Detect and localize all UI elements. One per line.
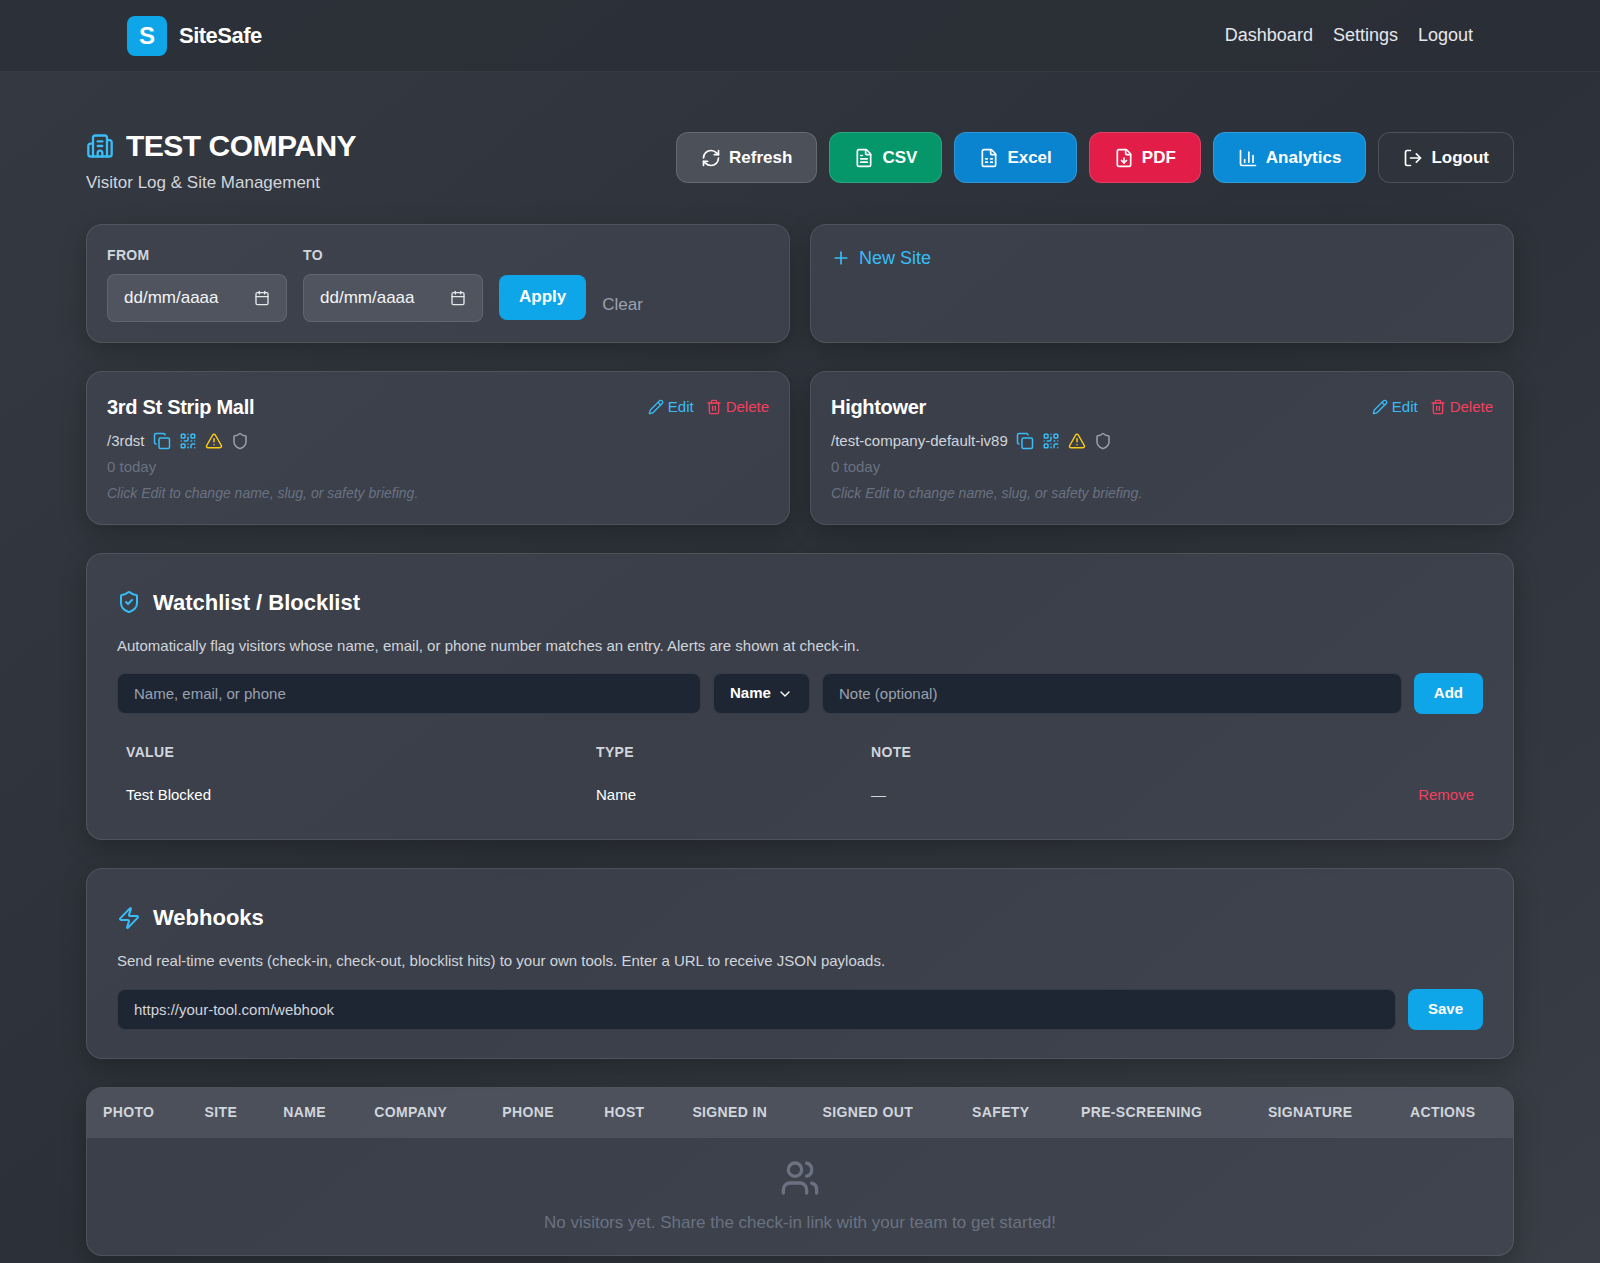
webhook-url-input[interactable]	[117, 989, 1396, 1030]
site-hint: Click Edit to change name, slug, or safe…	[107, 483, 769, 504]
watchlist-table: VALUETYPENOTETest BlockedName—Remove	[117, 730, 1483, 815]
column-header: TYPE	[587, 730, 862, 775]
watchlist-panel: Watchlist / Blocklist Automatically flag …	[86, 553, 1514, 841]
column-header: PHOTO	[87, 1088, 189, 1138]
site-card: Hightower Edit Delete/test-company-default…	[810, 371, 1514, 525]
qr-code-icon[interactable]	[179, 432, 197, 450]
nav-link[interactable]: Logout	[1418, 22, 1473, 49]
to-label: TO	[303, 245, 483, 266]
watchlist-value-input[interactable]	[117, 673, 701, 714]
site-hint: Click Edit to change name, slug, or safe…	[831, 483, 1493, 504]
brand-logo: S	[127, 16, 167, 56]
from-date-input[interactable]	[124, 285, 246, 311]
column-header: HOST	[588, 1088, 676, 1138]
brand-name: SiteSafe	[179, 19, 262, 52]
column-header: SIGNED OUT	[807, 1088, 957, 1138]
building-icon	[86, 132, 114, 160]
pdf-icon	[1114, 148, 1134, 168]
add-button[interactable]: Add	[1414, 673, 1483, 714]
site-count: 0 today	[107, 456, 769, 479]
new-site-card: New Site	[810, 224, 1514, 343]
warning-icon[interactable]	[205, 432, 223, 450]
refresh-icon	[701, 148, 721, 168]
site-slug: /test-company-default-iv89	[831, 430, 1008, 453]
date-filter: FROM TO Apply Clear	[86, 224, 790, 343]
watchlist-row: Test BlockedName—Remove	[117, 775, 1483, 815]
company-subtitle: Visitor Log & Site Management	[86, 170, 356, 196]
excel-icon	[979, 148, 999, 168]
delete-button[interactable]: Delete	[1430, 396, 1493, 419]
empty-state: No visitors yet. Share the check-in link…	[87, 1158, 1513, 1236]
calendar-icon[interactable]	[450, 290, 466, 306]
webhooks-panel: Webhooks Send real-time events (check-in,…	[86, 868, 1514, 1059]
analytics-button[interactable]: Analytics	[1213, 132, 1367, 183]
site-name: Hightower	[831, 392, 926, 422]
webhooks-title: Webhooks	[153, 901, 264, 934]
nav-link[interactable]: Settings	[1333, 22, 1398, 49]
webhooks-description: Send real-time events (check-in, check-o…	[117, 950, 1483, 973]
column-header: SIGNED IN	[676, 1088, 806, 1138]
chevron-down-icon	[777, 686, 793, 702]
edit-button[interactable]: Edit	[648, 396, 694, 419]
clear-button[interactable]: Clear	[602, 292, 643, 320]
column-header: PRE-SCREENING	[1065, 1088, 1252, 1138]
remove-button[interactable]: Remove	[1418, 784, 1474, 807]
new-site-button[interactable]: New Site	[831, 245, 931, 272]
excel-button[interactable]: Excel	[954, 132, 1076, 183]
csv-icon	[854, 148, 874, 168]
copy-icon[interactable]	[153, 432, 171, 450]
column-header: VALUE	[117, 730, 587, 775]
visitors-table: PHOTOSITENAMECOMPANYPHONEHOSTSIGNED INSI…	[86, 1087, 1514, 1257]
page-header: TEST COMPANY Visitor Log & Site Managemen…	[86, 126, 1514, 196]
site-count: 0 today	[831, 456, 1493, 479]
shield-icon[interactable]	[231, 432, 249, 450]
trash-icon	[1430, 399, 1446, 415]
analytics-icon	[1238, 148, 1258, 168]
column-header: SIGNATURE	[1252, 1088, 1394, 1138]
column-header: NOTE	[862, 730, 1383, 775]
column-header: SAFETY	[956, 1088, 1065, 1138]
nav-link[interactable]: Dashboard	[1225, 22, 1313, 49]
top-nav: S SiteSafe Dashboard Settings Logout	[0, 0, 1600, 72]
column-header: COMPANY	[358, 1088, 486, 1138]
pencil-icon	[648, 399, 664, 415]
type-select[interactable]: Name	[713, 673, 810, 714]
refresh-button[interactable]: Refresh	[676, 132, 817, 183]
column-header: ACTIONS	[1394, 1088, 1513, 1138]
watchlist-title: Watchlist / Blocklist	[153, 586, 360, 619]
watchlist-note-input[interactable]	[822, 673, 1402, 714]
pencil-icon	[1372, 399, 1388, 415]
site-slug: /3rdst	[107, 430, 145, 453]
brand[interactable]: S SiteSafe	[127, 16, 262, 56]
pdf-button[interactable]: PDF	[1089, 132, 1201, 183]
qr-code-icon[interactable]	[1042, 432, 1060, 450]
column-header: PHONE	[486, 1088, 588, 1138]
csv-button[interactable]: CSV	[829, 132, 942, 183]
trash-icon	[706, 399, 722, 415]
logout-icon	[1403, 148, 1423, 168]
lightning-icon	[117, 906, 141, 930]
site-card: 3rd St Strip Mall Edit Delete/3rdst 0 today…	[86, 371, 790, 525]
company-title: TEST COMPANY	[126, 126, 356, 166]
to-date-input[interactable]	[320, 285, 442, 311]
plus-icon	[831, 248, 851, 268]
shield-check-icon	[117, 590, 141, 614]
watchlist-description: Automatically flag visitors whose name, …	[117, 635, 1483, 658]
edit-button[interactable]: Edit	[1372, 396, 1418, 419]
logout-button[interactable]: Logout	[1378, 132, 1514, 183]
site-name: 3rd St Strip Mall	[107, 392, 254, 422]
copy-icon[interactable]	[1016, 432, 1034, 450]
column-header: SITE	[189, 1088, 268, 1138]
save-button[interactable]: Save	[1408, 989, 1483, 1030]
calendar-icon[interactable]	[254, 290, 270, 306]
from-label: FROM	[107, 245, 287, 266]
apply-button[interactable]: Apply	[499, 275, 586, 320]
users-icon	[780, 1158, 820, 1198]
shield-icon[interactable]	[1094, 432, 1112, 450]
warning-icon[interactable]	[1068, 432, 1086, 450]
delete-button[interactable]: Delete	[706, 396, 769, 419]
page: SSiteSafeDashboardSettingsLogoutTEST COM…	[0, 0, 1600, 1263]
column-header: NAME	[267, 1088, 358, 1138]
